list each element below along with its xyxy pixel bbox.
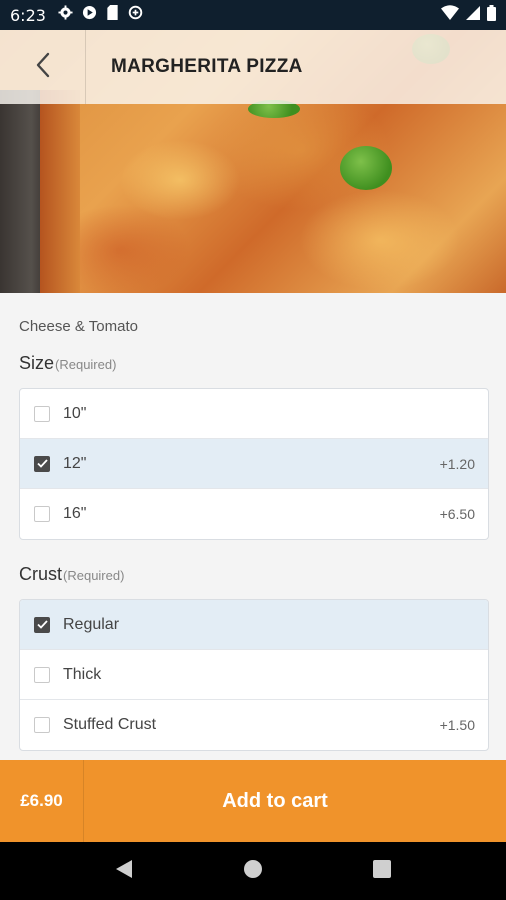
- checkbox-checked[interactable]: [34, 616, 50, 633]
- option-size-16[interactable]: 16" +6.50: [20, 489, 488, 539]
- option-label: Thick: [63, 665, 102, 683]
- basil-leaf: [340, 146, 392, 190]
- recents-square-icon[interactable]: [373, 859, 391, 883]
- option-label: Stuffed Crust: [63, 716, 157, 733]
- option-label: Regular: [63, 615, 120, 633]
- add-to-cart-button[interactable]: Add to cart: [84, 790, 506, 813]
- status-time: 6:23: [10, 5, 46, 25]
- option-price: +1.20: [439, 455, 475, 472]
- option-label: 12": [63, 454, 87, 472]
- option-size-10[interactable]: 10": [20, 389, 488, 439]
- battery-icon: [487, 4, 496, 26]
- cart-bar: £6.90 Add to cart: [0, 760, 506, 842]
- required-label: (Required): [63, 568, 125, 583]
- crust-section-title: Crust(Required): [19, 564, 124, 585]
- cart-total-price: £6.90: [0, 760, 84, 842]
- status-bar: 6:23: [0, 0, 506, 30]
- size-section-title: Size(Required): [19, 353, 116, 374]
- back-button[interactable]: [0, 30, 86, 104]
- option-crust-stuffed[interactable]: Stuffed Crust +1.50: [20, 700, 488, 750]
- page-title: MARGHERITA PIZZA: [111, 56, 303, 77]
- checkmark-icon: [36, 620, 48, 629]
- option-price: +6.50: [439, 506, 475, 522]
- option-crust-regular[interactable]: Regular: [20, 600, 488, 650]
- pizza-crust: [40, 90, 80, 293]
- checkbox-checked[interactable]: [34, 455, 50, 472]
- signal-icon: [466, 5, 480, 25]
- checkbox[interactable]: [34, 405, 50, 422]
- section-title-label: Size: [19, 353, 55, 373]
- back-triangle-icon[interactable]: [115, 859, 133, 884]
- option-price: +1.50: [439, 717, 475, 733]
- sd-card-icon: [106, 5, 119, 25]
- chevron-left-icon: [35, 52, 51, 83]
- gear-icon: [58, 5, 73, 25]
- option-crust-thick[interactable]: Thick: [20, 650, 488, 700]
- checkbox[interactable]: [34, 666, 50, 683]
- checkbox[interactable]: [34, 506, 50, 522]
- app-header: MARGHERITA PIZZA: [0, 30, 506, 104]
- option-label: 10": [63, 404, 87, 422]
- system-nav-bar: [0, 842, 506, 900]
- size-options: 10" 12" +1.20 16" +6.50: [19, 388, 489, 540]
- wifi-icon: [441, 5, 459, 25]
- home-circle-icon[interactable]: [243, 859, 263, 884]
- play-protect-icon: [82, 5, 97, 25]
- required-label: (Required): [55, 357, 117, 372]
- crust-options: Regular Thick Stuffed Crust +1.50: [19, 599, 489, 751]
- data-saver-icon: [128, 5, 143, 25]
- section-title-label: Crust: [19, 564, 63, 584]
- option-label: 16": [63, 505, 87, 522]
- option-size-12[interactable]: 12" +1.20: [20, 439, 488, 489]
- checkmark-icon: [36, 459, 48, 468]
- checkbox[interactable]: [34, 717, 50, 733]
- item-description: Cheese & Tomato: [19, 318, 138, 335]
